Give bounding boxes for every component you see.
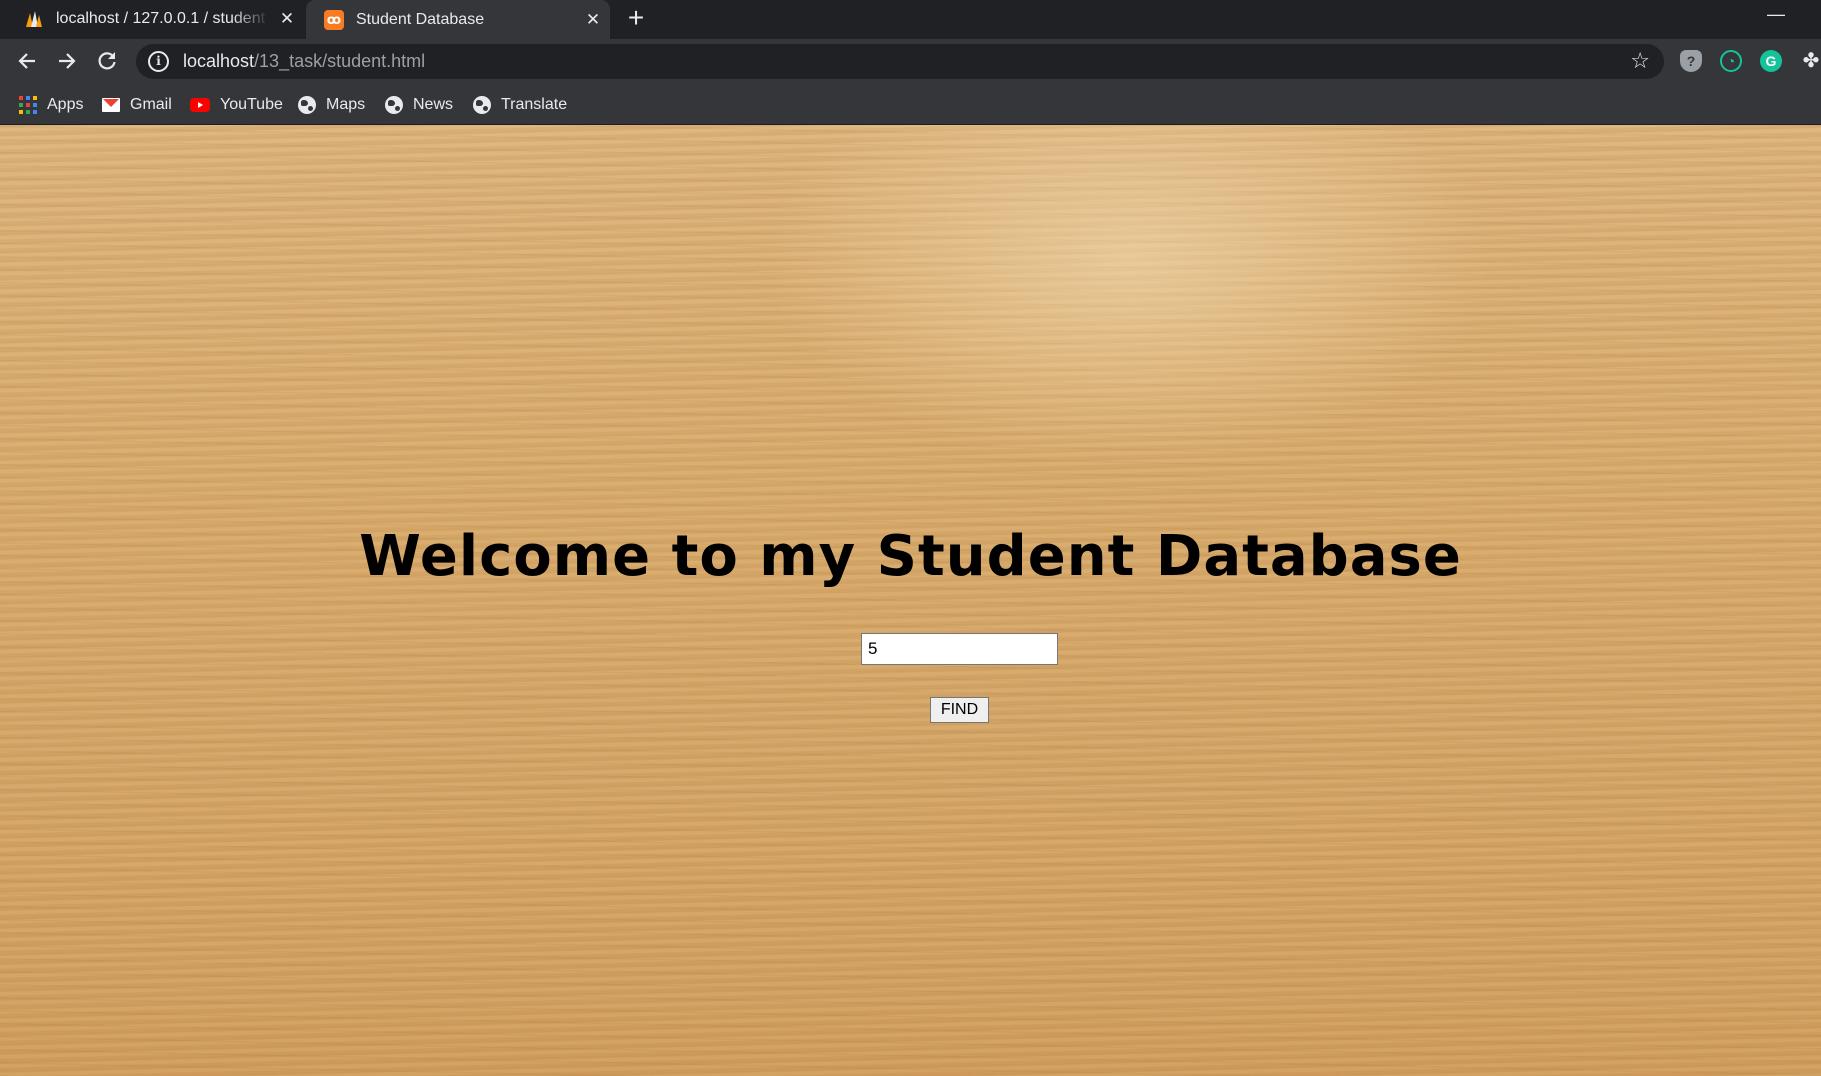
grammarly-icon[interactable]: G (1760, 50, 1782, 72)
bookmark-translate[interactable]: Translate (473, 93, 567, 117)
close-tab-icon[interactable]: ✕ (270, 9, 304, 29)
back-button[interactable] (11, 45, 43, 77)
close-tab-icon[interactable]: ✕ (576, 10, 610, 30)
tab-student-database[interactable]: ꝏ Student Database ✕ (306, 0, 610, 39)
arrow-right-icon (59, 53, 76, 69)
url-host: localhost (183, 51, 255, 71)
student-id-input[interactable] (861, 633, 1058, 665)
bookmark-gmail[interactable]: Gmail (102, 93, 172, 117)
phpmyadmin-icon (26, 10, 42, 27)
url-text[interactable]: localhost/13_task/student.html (183, 51, 425, 72)
extensions-puzzle-icon[interactable]: ✤ (1800, 50, 1821, 72)
grammarly-status-icon[interactable]: ◔ (1720, 50, 1742, 72)
bookmark-label: Gmail (130, 96, 172, 113)
info-icon[interactable]: i (148, 51, 169, 72)
tab-title: Student Database (356, 10, 485, 28)
minimize-window-icon[interactable]: — (1766, 4, 1786, 24)
gmail-icon (102, 98, 120, 112)
bookmark-apps[interactable]: Apps (19, 93, 83, 117)
bookmark-label: Translate (501, 96, 568, 113)
youtube-icon (190, 98, 210, 112)
tab-strip: localhost / 127.0.0.1 / student / s ✕ ꝏ … (0, 0, 1821, 39)
shield-extension-icon[interactable]: ? (1680, 50, 1702, 72)
forward-button[interactable] (51, 45, 83, 77)
arrow-left-icon (18, 53, 35, 69)
reload-button[interactable] (91, 45, 123, 77)
bookmark-label: News (413, 96, 454, 113)
xampp-icon: ꝏ (324, 9, 344, 30)
globe-icon (473, 96, 491, 114)
globe-icon (385, 96, 403, 114)
tab-phpmyadmin[interactable]: localhost / 127.0.0.1 / student / s ✕ (14, 0, 304, 37)
bookmark-label: Maps (326, 96, 366, 113)
url-path: /13_task/student.html (254, 51, 426, 71)
browser-toolbar: i localhost/13_task/student.html ☆ ? ◔ G… (0, 39, 1821, 84)
apps-grid-icon (19, 96, 37, 114)
bookmarks-bar: Apps Gmail YouTube Maps News Translate (0, 84, 1821, 125)
bookmark-maps[interactable]: Maps (298, 93, 365, 117)
bookmark-youtube[interactable]: YouTube (190, 93, 283, 117)
tab-title: localhost / 127.0.0.1 / student / s (56, 9, 270, 27)
address-bar[interactable]: i localhost/13_task/student.html ☆ (136, 44, 1664, 79)
bookmark-label: Apps (47, 96, 84, 113)
bookmark-star-icon[interactable]: ☆ (1630, 48, 1650, 74)
reload-icon (98, 52, 116, 70)
page-viewport: Welcome to my Student Database FIND (0, 125, 1821, 1076)
find-button[interactable]: FIND (930, 697, 989, 723)
bookmark-news[interactable]: News (385, 93, 453, 117)
page-title: Welcome to my Student Database (359, 524, 1462, 589)
bookmark-label: YouTube (220, 96, 283, 113)
new-tab-button[interactable]: + (621, 4, 651, 34)
globe-icon (298, 96, 316, 114)
